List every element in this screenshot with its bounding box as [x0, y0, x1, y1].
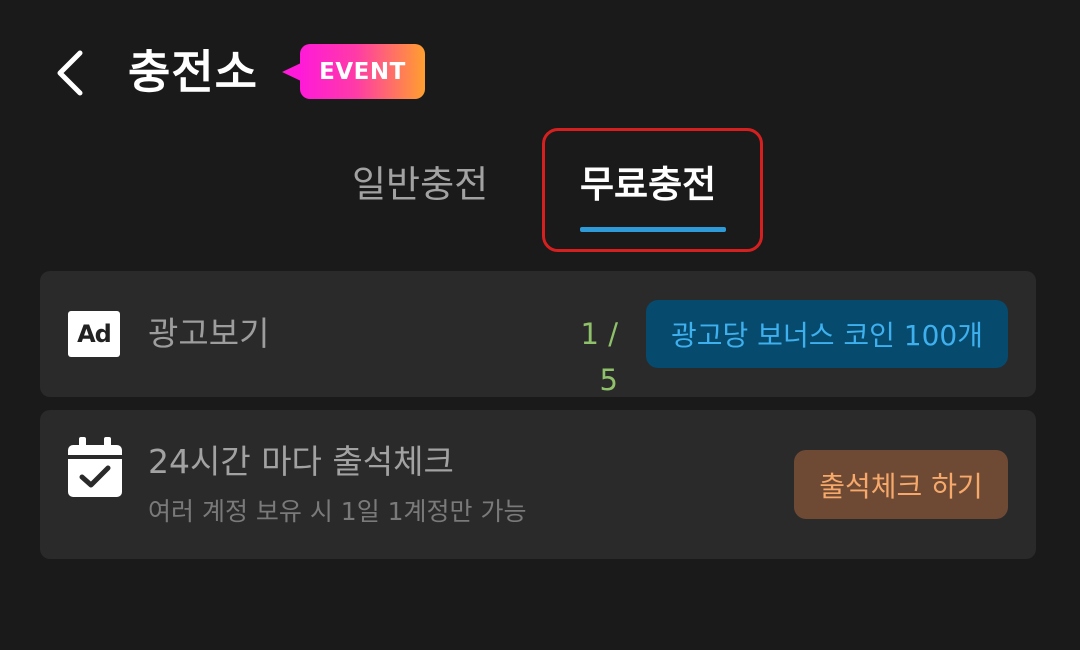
event-badge: EVENT	[282, 44, 425, 99]
ad-icon: Ad	[68, 311, 120, 357]
back-button[interactable]	[48, 48, 92, 98]
page-title: 충전소	[128, 45, 258, 99]
attendance-card: 24시간 마다 출석체크 여러 계정 보유 시 1일 1계정만 가능 출석체크 …	[40, 410, 1036, 559]
ad-watch-card: Ad 광고보기 1 / 5 광고당 보너스 코인 100개	[40, 271, 1036, 397]
charging-station-page: 충전소 EVENT 일반충전 무료충전 Ad 광고보기 1 / 5 광고당 보너…	[0, 0, 1080, 650]
attendance-title: 24시간 마다 출석체크	[148, 442, 454, 481]
chevron-left-icon	[57, 50, 83, 96]
attendance-subtitle: 여러 계정 보유 시 1일 1계정만 가능	[148, 497, 527, 526]
free-charge-highlight	[542, 128, 763, 252]
calendar-check-icon	[68, 437, 122, 497]
ad-watch-label: 광고보기	[148, 314, 270, 353]
attendance-check-button[interactable]: 출석체크 하기	[794, 450, 1008, 519]
ad-bonus-button[interactable]: 광고당 보너스 코인 100개	[646, 300, 1008, 368]
tab-general-charge[interactable]: 일반충전	[352, 155, 488, 215]
ad-watch-count: 1 / 5	[580, 317, 618, 397]
